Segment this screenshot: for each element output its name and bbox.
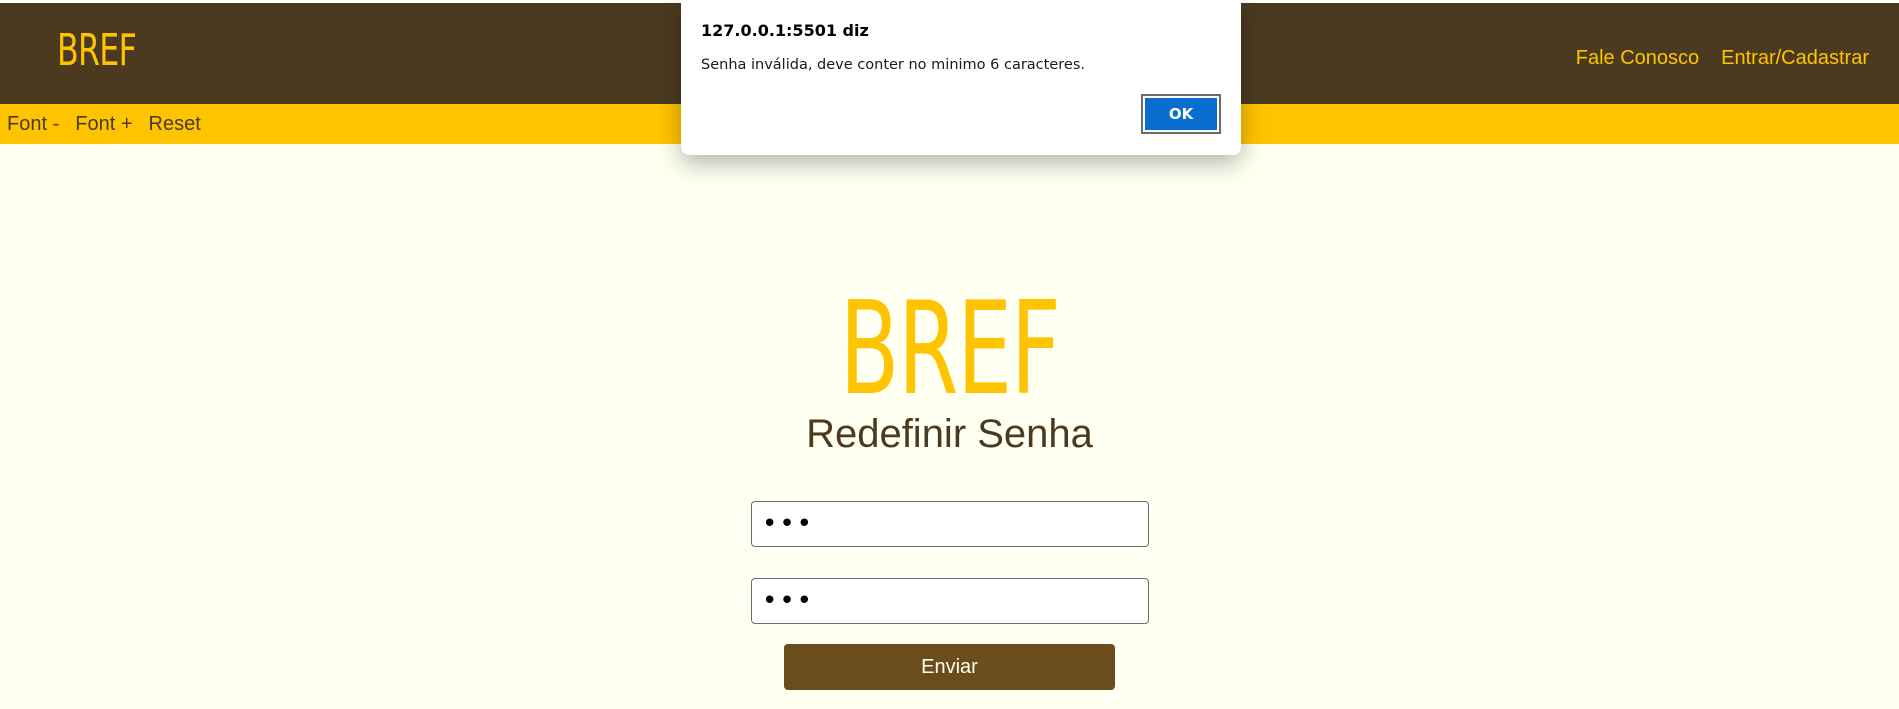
main-logo: BREF [839,275,1061,424]
nav-link-login-register[interactable]: Entrar/Cadastrar [1721,47,1869,70]
submit-button[interactable]: Enviar [784,644,1115,690]
alert-title: 127.0.0.1:5501 diz [701,21,869,40]
font-increase-button[interactable]: Font + [75,113,132,136]
main-content: BREF Redefinir Senha ••• ••• Enviar [0,144,1899,709]
confirm-password-field[interactable]: ••• [751,578,1149,624]
alert-dialog: 127.0.0.1:5501 diz Senha inválida, deve … [681,0,1241,155]
alert-message: Senha inválida, deve conter no minimo 6 … [701,57,1085,73]
font-reset-button[interactable]: Reset [149,113,201,136]
font-decrease-button[interactable]: Font - [7,113,59,136]
alert-ok-button[interactable]: OK [1141,94,1221,134]
site-logo[interactable]: BREF [57,29,137,73]
nav-link-contact[interactable]: Fale Conosco [1576,47,1699,70]
new-password-field[interactable]: ••• [751,501,1149,547]
nav-links: Fale Conosco Entrar/Cadastrar [1576,47,1869,70]
page-title: Redefinir Senha [806,412,1093,456]
